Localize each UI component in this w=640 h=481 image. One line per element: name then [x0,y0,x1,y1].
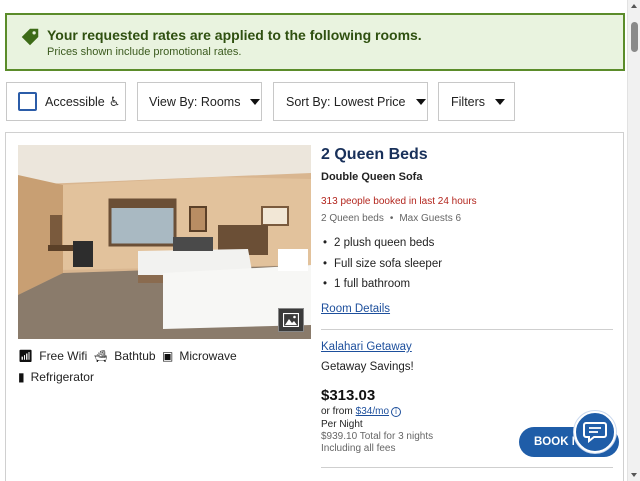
accessible-filter[interactable]: Accessible ♿ [6,82,126,121]
monthly-price-link[interactable]: $34/mo [356,406,389,417]
wheelchair-icon: ♿ [108,93,121,109]
room-photo[interactable] [18,145,311,339]
chevron-down-icon [415,98,426,105]
room-photo-image [18,145,311,339]
filters-label: Filters [451,94,486,109]
feature-item: Full size sofa sleeper [321,258,442,270]
amenity-label: Bathtub [114,349,156,363]
divider [321,467,613,468]
per-night-label: Per Night [321,419,363,430]
sort-by-dropdown[interactable]: Sort By: Lowest Price [273,82,428,121]
room-subname: Double Queen Sofa [321,171,423,183]
scroll-thumb[interactable] [631,22,638,52]
amenity-label: Microwave [179,349,237,363]
amenity-microwave: ▣ Microwave [162,349,237,363]
page-scrollbar[interactable] [627,0,640,481]
divider [321,329,613,330]
image-icon [283,313,299,327]
page: Your requested rates are applied to the … [0,0,640,481]
chat-icon [583,422,607,443]
chevron-down-icon [250,98,261,105]
nightly-price: $313.03 [321,387,376,404]
room-meta: 2 Queen beds • Max Guests 6 [321,213,462,224]
room-card: 📶︎ Free Wifi 🛁︎ Bathtub ▣ Microwave ▮ Re… [5,132,624,481]
max-guests: Max Guests 6 [399,213,462,224]
amenity-refrigerator: ▮ Refrigerator [18,370,94,384]
sort-by-label: Sort By: Lowest Price [286,94,406,109]
amenity-bathtub: 🛁︎ Bathtub [93,349,156,363]
rate-description: Getaway Savings! [321,361,414,373]
fees-note: Including all fees [321,443,396,454]
room-details-link[interactable]: Room Details [321,303,390,315]
beds-count: 2 Queen beds [321,213,384,224]
info-icon[interactable]: i [391,406,402,417]
bathtub-icon: 🛁︎ [93,349,109,363]
banner-subtitle: Prices shown include promotional rates. [47,46,242,58]
total-price: $939.10 Total for 3 nights [321,431,434,442]
wifi-icon: 📶︎ [18,349,34,363]
microwave-icon: ▣ [162,349,174,363]
or-from-label: or from [321,406,353,417]
scroll-up-icon[interactable] [631,4,637,8]
feature-item: 2 plush queen beds [321,237,434,249]
view-by-dropdown[interactable]: View By: Rooms [137,82,262,121]
accessible-checkbox[interactable] [18,92,37,111]
filters-dropdown[interactable]: Filters [438,82,515,121]
gallery-icon[interactable] [278,308,304,332]
rate-name-link[interactable]: Kalahari Getaway [321,341,412,353]
feature-item: 1 full bathroom [321,278,410,290]
amenity-label: Refrigerator [30,370,94,384]
monthly-financing: or from $34/mo i [321,406,402,417]
booked-notice: 313 people booked in last 24 hours [321,196,477,207]
accessible-label: Accessible [45,94,105,109]
tag-icon [21,28,39,46]
room-name: 2 Queen Beds [321,146,428,163]
rates-applied-banner: Your requested rates are applied to the … [5,13,625,71]
book-now-label: BOOK N [534,436,580,448]
refrigerator-icon: ▮ [18,370,25,384]
scroll-down-icon[interactable] [631,473,637,477]
view-by-label: View By: Rooms [149,94,241,109]
banner-title: Your requested rates are applied to the … [47,27,422,43]
amenity-label: Free Wifi [39,349,88,363]
chat-button[interactable] [574,411,616,453]
chevron-down-icon [495,98,506,105]
amenity-wifi: 📶︎ Free Wifi [18,349,87,363]
